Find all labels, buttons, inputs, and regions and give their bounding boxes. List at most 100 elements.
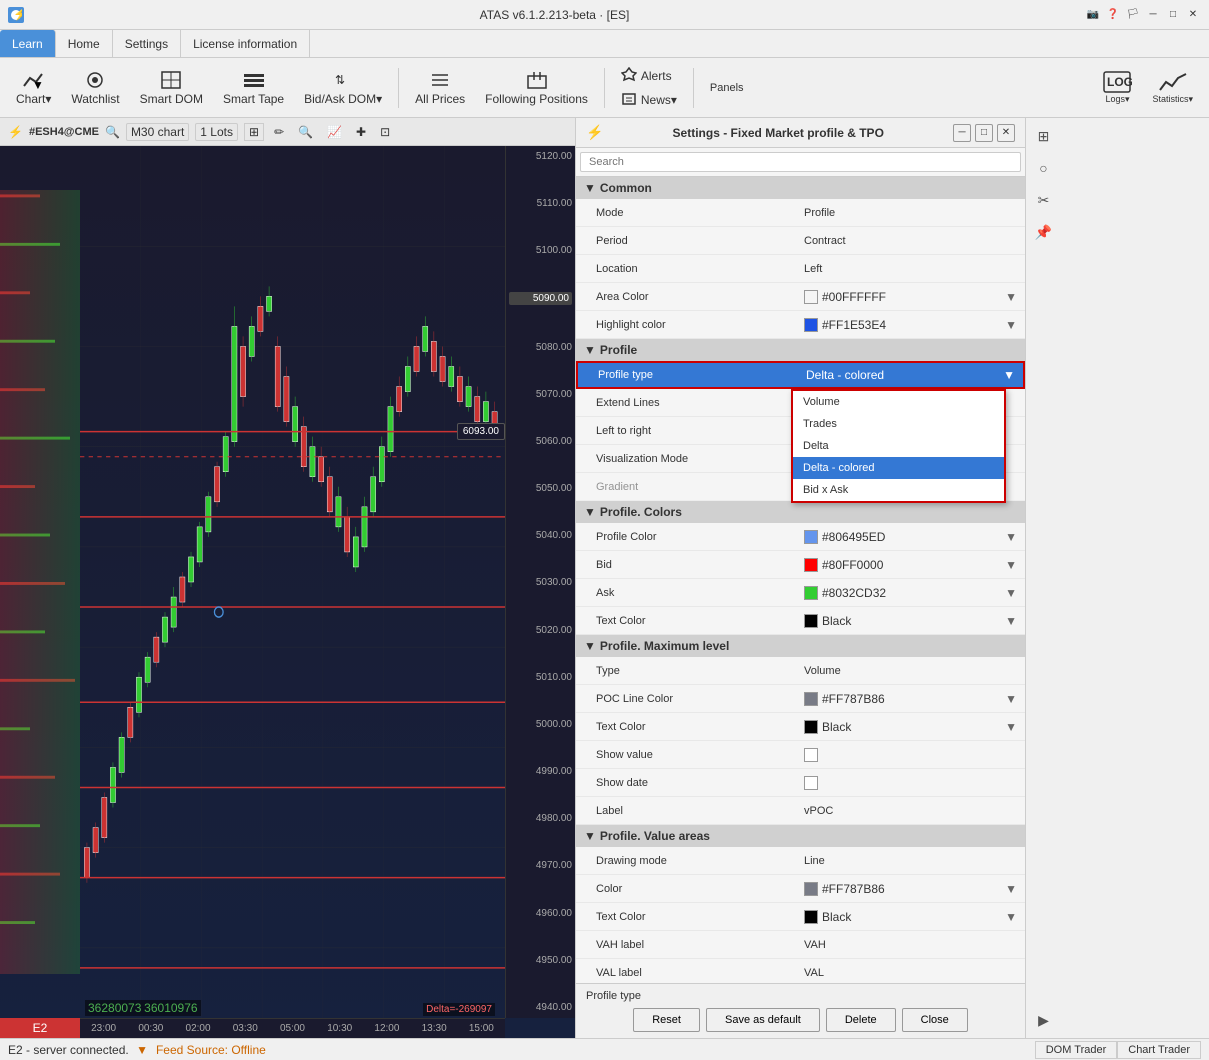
tab-settings[interactable]: Settings xyxy=(113,30,181,57)
toolbar-bid-ask[interactable]: ⇅ Bid/Ask DOM▾ xyxy=(296,66,390,110)
label-val-label: VAL label xyxy=(576,963,796,983)
settings-row-ask[interactable]: Ask #8032CD32 ▼ xyxy=(576,579,1025,607)
label-ask: Ask xyxy=(576,583,796,603)
settings-row-color[interactable]: Color #FF787B86 ▼ xyxy=(576,875,1025,903)
section-max-level-header[interactable]: ▼ Profile. Maximum level xyxy=(576,635,1025,657)
status-bar: E2 - server connected. ▼ Feed Source: Of… xyxy=(0,1038,1209,1060)
volume-bars xyxy=(0,146,80,1018)
text-color-2-arrow: ▼ xyxy=(1005,720,1017,734)
toolbar-alerts[interactable]: Alerts xyxy=(613,65,685,87)
text-color-1-arrow: ▼ xyxy=(1005,614,1017,628)
maximize-btn[interactable]: □ xyxy=(1165,7,1181,23)
expand-btn[interactable]: ⊞ xyxy=(1030,122,1058,150)
dialog-maximize-btn[interactable]: □ xyxy=(975,124,993,142)
value-color: #FF787B86 ▼ xyxy=(796,878,1025,900)
help-btn[interactable]: ❓ xyxy=(1105,7,1121,23)
toolbar-separator-1 xyxy=(398,68,399,108)
chart-zoom-icon[interactable]: 🔍 xyxy=(294,124,317,140)
section-value-areas-header[interactable]: ▼ Profile. Value areas xyxy=(576,825,1025,847)
minimize-btn[interactable]: ─ xyxy=(1145,7,1161,23)
toolbar-statistics[interactable]: Statistics▾ xyxy=(1144,66,1201,109)
show-value-checkbox[interactable] xyxy=(804,748,818,762)
toolbar-news-label: News▾ xyxy=(641,93,677,107)
settings-row-profile-type[interactable]: Profile type Delta - colored ▼ xyxy=(576,361,1025,389)
dropdown-option-trades[interactable]: Trades xyxy=(793,413,1004,435)
dropdown-option-delta-colored[interactable]: Delta - colored xyxy=(793,457,1004,479)
settings-row-bid[interactable]: Bid #80FF0000 ▼ xyxy=(576,551,1025,579)
label-highlight-color: Highlight color xyxy=(576,315,796,335)
dropdown-option-bid-ask[interactable]: Bid x Ask xyxy=(793,479,1004,501)
close-button[interactable]: Close xyxy=(902,1008,968,1032)
status-feed: ▼ xyxy=(136,1043,148,1057)
chart-timeframe[interactable]: M30 chart xyxy=(126,123,189,141)
settings-row-show-value[interactable]: Show value xyxy=(576,741,1025,769)
settings-row-poc-line-color[interactable]: POC Line Color #FF787B86 ▼ xyxy=(576,685,1025,713)
section-profile-colors-header[interactable]: ▼ Profile. Colors xyxy=(576,501,1025,523)
settings-row-profile-color[interactable]: Profile Color #806495ED ▼ xyxy=(576,523,1025,551)
settings-row-vah-label: VAH label VAH xyxy=(576,931,1025,959)
close-btn-main[interactable]: ✕ xyxy=(1185,7,1201,23)
delta-info: Delta=-269097 xyxy=(423,1003,495,1016)
settings-row-text-color-2[interactable]: Text Color Black ▼ xyxy=(576,713,1025,741)
delete-button[interactable]: Delete xyxy=(826,1008,896,1032)
flag-btn[interactable]: 🏳 xyxy=(1125,7,1141,23)
value-mode: Profile xyxy=(796,203,1025,223)
toolbar-smart-dom[interactable]: Smart DOM xyxy=(132,66,211,110)
profile-color-swatch xyxy=(804,530,818,544)
circle-btn[interactable]: ○ xyxy=(1030,154,1058,182)
chart-search-icon: 🔍 xyxy=(105,125,120,139)
chart-trader-tab[interactable]: Chart Trader xyxy=(1117,1041,1201,1059)
bid-color-arrow: ▼ xyxy=(1005,558,1017,572)
toolbar-watchlist[interactable]: Watchlist xyxy=(63,66,127,110)
label-profile-color: Profile Color xyxy=(576,527,796,547)
chart-cross-icon[interactable]: ✚ xyxy=(352,124,370,140)
settings-row-mode: Mode Profile xyxy=(576,199,1025,227)
scissor-btn[interactable]: ✂ xyxy=(1030,186,1058,214)
settings-row-text-color-3[interactable]: Text Color Black ▼ xyxy=(576,903,1025,931)
label-extend-lines: Extend Lines xyxy=(576,393,796,413)
price-label-15: 4970.00 xyxy=(509,860,572,871)
label-color: Color xyxy=(576,879,796,899)
collapse-value-areas-icon: ▼ xyxy=(584,829,596,843)
chart-line-icon[interactable]: 📈 xyxy=(323,124,346,140)
toolbar-all-prices[interactable]: All Prices xyxy=(407,66,473,110)
toolbar-chart[interactable]: ▼ Chart▾ xyxy=(8,66,59,110)
settings-row-highlight-color[interactable]: Highlight color #FF1E53E4 ▼ xyxy=(576,311,1025,339)
current-price-badge: 6093.00 xyxy=(457,423,505,440)
pin-btn[interactable]: 📌 xyxy=(1030,218,1058,246)
section-profile-label: Profile xyxy=(600,343,637,357)
tab-license[interactable]: License information xyxy=(181,30,310,57)
chart-view-icon[interactable]: ⊞ xyxy=(244,123,264,141)
tab-learn[interactable]: Learn xyxy=(0,30,56,57)
toolbar-smart-tape[interactable]: Smart Tape xyxy=(215,66,292,110)
poc-color-arrow: ▼ xyxy=(1005,692,1017,706)
toolbar-log[interactable]: LOG Logs▾ xyxy=(1094,66,1140,109)
tab-home[interactable]: Home xyxy=(56,30,113,57)
dialog-search-input[interactable] xyxy=(580,152,1021,172)
dialog-controls: ─ □ ✕ xyxy=(953,124,1015,142)
toolbar-following-positions[interactable]: Following Positions xyxy=(477,66,596,110)
settings-row-show-date[interactable]: Show date xyxy=(576,769,1025,797)
dialog-minimize-btn[interactable]: ─ xyxy=(953,124,971,142)
play-btn[interactable]: ▶ xyxy=(1030,1006,1058,1034)
settings-panel: ⚡ Settings - Fixed Market profile & TPO … xyxy=(575,118,1025,1038)
settings-row-text-color-1[interactable]: Text Color Black ▼ xyxy=(576,607,1025,635)
reset-button[interactable]: Reset xyxy=(633,1008,700,1032)
camera-btn[interactable]: 📷 xyxy=(1085,7,1101,23)
show-date-checkbox[interactable] xyxy=(804,776,818,790)
dialog-close-btn[interactable]: ✕ xyxy=(997,124,1015,142)
section-common-header[interactable]: ▼ Common xyxy=(576,177,1025,199)
price-label-4: 5080.00 xyxy=(509,342,572,353)
dropdown-option-delta[interactable]: Delta xyxy=(793,435,1004,457)
toolbar-news[interactable]: News▾ xyxy=(613,89,685,111)
ask-color-arrow: ▼ xyxy=(1005,586,1017,600)
chart-lots[interactable]: 1 Lots xyxy=(195,123,238,141)
toolbar-smart-tape-label: Smart Tape xyxy=(223,92,284,106)
chart-layout-icon[interactable]: ⊡ xyxy=(376,124,394,140)
settings-row-area-color[interactable]: Area Color #00FFFFFF ▼ xyxy=(576,283,1025,311)
save-as-default-button[interactable]: Save as default xyxy=(706,1008,820,1032)
section-profile-header[interactable]: ▼ Profile xyxy=(576,339,1025,361)
chart-draw-icon[interactable]: ✏ xyxy=(270,124,288,140)
dropdown-option-volume[interactable]: Volume xyxy=(793,391,1004,413)
dom-trader-tab[interactable]: DOM Trader xyxy=(1035,1041,1118,1059)
